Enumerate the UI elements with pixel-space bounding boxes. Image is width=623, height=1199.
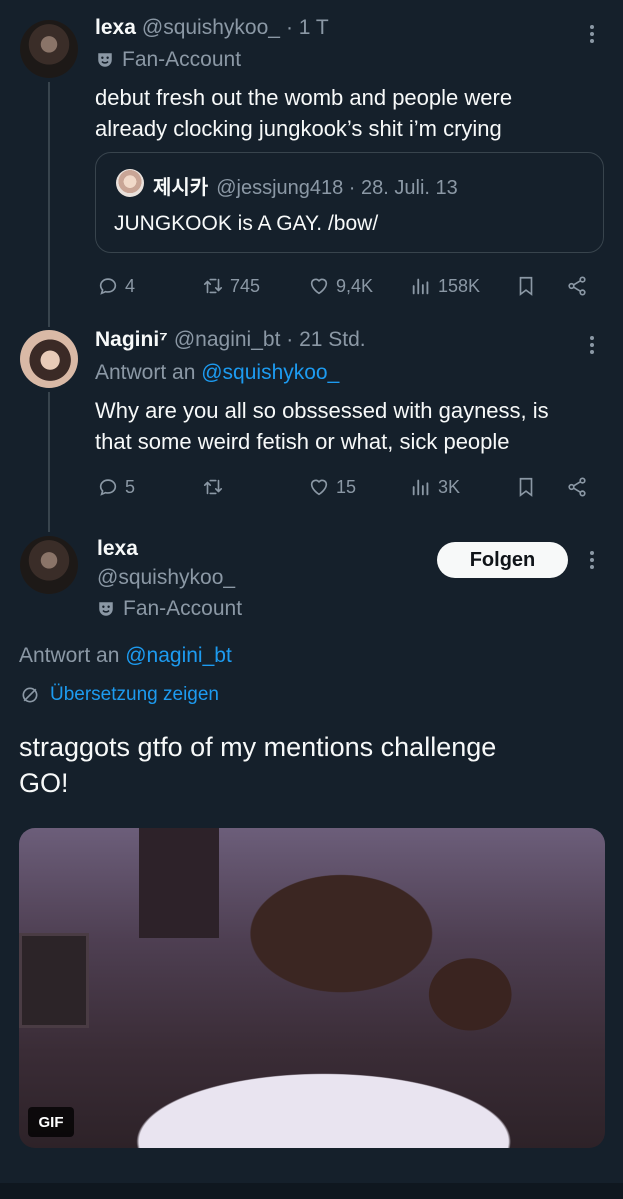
views-button[interactable]: 158K	[410, 275, 480, 297]
background-frame	[139, 828, 219, 938]
tweet1-text: debut fresh out the womb and people were…	[95, 82, 512, 144]
tweet2-author-name[interactable]: Nagini⁷	[95, 328, 168, 352]
views-count: 158K	[438, 275, 481, 296]
retweet-icon	[203, 479, 223, 495]
quote-header: 제시카 @jessjung418 · 28. Juli. 13	[153, 171, 458, 200]
bookmark-button[interactable]	[515, 275, 537, 297]
like-button[interactable]: 15	[308, 476, 356, 498]
tweet1-actions: 4 745 9,4K 158K	[97, 273, 597, 299]
views-button[interactable]: 3K	[410, 476, 460, 498]
reply-count: 5	[125, 476, 136, 497]
follow-button[interactable]: Folgen	[437, 542, 568, 578]
tweet3-author-name[interactable]: lexa	[97, 537, 138, 561]
like-button[interactable]: 9,4K	[308, 275, 373, 297]
reply-to-link[interactable]: @squishykoo_	[201, 361, 339, 384]
tweet2-actions: 5 15 3K	[97, 474, 597, 500]
retweet-button[interactable]: 745	[202, 275, 260, 297]
avatar-lexa[interactable]	[20, 20, 78, 78]
tweet2-header: Nagini⁷ @nagini_bt · 21 Std.	[95, 328, 366, 352]
tweet2-more-icon[interactable]	[586, 333, 598, 357]
views-icon	[412, 479, 429, 496]
bookmark-icon	[519, 477, 533, 497]
tweet1-badge-label: Fan-Account	[122, 48, 242, 71]
theater-mask-icon	[98, 53, 112, 67]
share-button[interactable]	[566, 275, 588, 297]
retweet-count: 745	[230, 275, 261, 296]
translate-link[interactable]: Übersetzung zeigen	[20, 684, 219, 706]
avatar-lexa-main[interactable]	[20, 536, 78, 594]
gif-badge: GIF	[28, 1107, 74, 1137]
reply-count: 4	[125, 275, 136, 296]
like-count: 15	[336, 476, 357, 497]
reply-icon	[99, 278, 117, 295]
reply-prefix: Antwort an	[19, 644, 120, 667]
tweet1-handle[interactable]: @squishykoo_	[142, 16, 280, 40]
tweet2-handle[interactable]: @nagini_bt · 21 Std.	[174, 328, 366, 352]
theater-mask-icon	[99, 602, 113, 616]
tweet2-text: Why are you all so obssessed with gaynes…	[95, 395, 549, 457]
tweet1-more-icon[interactable]	[586, 22, 598, 46]
quote-avatar[interactable]	[116, 169, 144, 197]
tweet3-text: straggots gtfo of my mentions challenge …	[19, 729, 496, 801]
tweet3-handle[interactable]: @squishykoo_	[97, 566, 235, 590]
bookmark-button[interactable]	[515, 476, 537, 498]
gif-media[interactable]: GIF	[19, 828, 605, 1148]
tweet3-text-line1: straggots gtfo of my mentions challenge	[19, 732, 497, 762]
reply-to-link[interactable]: @nagini_bt	[125, 644, 232, 667]
quote-text: JUNGKOOK is A GAY. /bow/	[114, 212, 379, 235]
tweet1-time[interactable]: · 1 T	[286, 16, 329, 40]
tweet2-text-line2: that some weird fetish or what, sick peo…	[95, 429, 510, 454]
retweet-button[interactable]	[202, 476, 224, 498]
quote-handle[interactable]: @jessjung418 · 28. Juli. 13	[216, 177, 458, 200]
reply-prefix: Antwort an	[95, 361, 196, 384]
views-count: 3K	[438, 476, 461, 497]
bookmark-icon	[519, 276, 533, 296]
tweet1-author-name[interactable]: lexa	[95, 16, 136, 40]
tweet1-text-line2: already clocking jungkook’s shit i’m cry…	[95, 116, 502, 141]
tweet3-badge: Fan-Account	[97, 597, 242, 621]
share-button[interactable]	[566, 476, 588, 498]
tweet1-header: lexa @squishykoo_ · 1 T	[95, 16, 329, 40]
tweet3-reply-context: Antwort an @nagini_bt	[19, 644, 232, 668]
share-icon	[568, 276, 586, 296]
retweet-icon	[203, 278, 223, 294]
thread-line	[48, 82, 50, 327]
quoted-tweet[interactable]: 제시카 @jessjung418 · 28. Juli. 13 JUNGKOOK…	[95, 152, 604, 253]
like-count: 9,4K	[336, 275, 374, 296]
thread-line	[48, 392, 50, 532]
share-icon	[568, 477, 586, 497]
reply-button[interactable]: 5	[97, 476, 135, 498]
translate-icon	[22, 687, 38, 703]
reply-icon	[99, 479, 117, 496]
background-monitor	[19, 933, 89, 1028]
views-icon	[412, 278, 429, 295]
tweet2-text-line1: Why are you all so obssessed with gaynes…	[95, 398, 549, 423]
tweet3-more-icon[interactable]	[586, 548, 598, 572]
tweet1-text-line1: debut fresh out the womb and people were	[95, 85, 513, 110]
tweet2-reply-context: Antwort an @squishykoo_	[95, 361, 339, 385]
heart-icon	[310, 278, 328, 295]
quote-author-name[interactable]: 제시카	[153, 171, 208, 200]
heart-icon	[310, 479, 328, 496]
tweet3-badge-label: Fan-Account	[123, 597, 243, 620]
translate-label: Übersetzung zeigen	[50, 684, 219, 705]
bottom-cut-area	[0, 1183, 623, 1199]
tweet1-badge: Fan-Account	[96, 48, 241, 72]
reply-button[interactable]: 4	[97, 275, 135, 297]
tweet3-text-line2: GO!	[19, 768, 69, 798]
avatar-nagini[interactable]	[20, 330, 78, 388]
